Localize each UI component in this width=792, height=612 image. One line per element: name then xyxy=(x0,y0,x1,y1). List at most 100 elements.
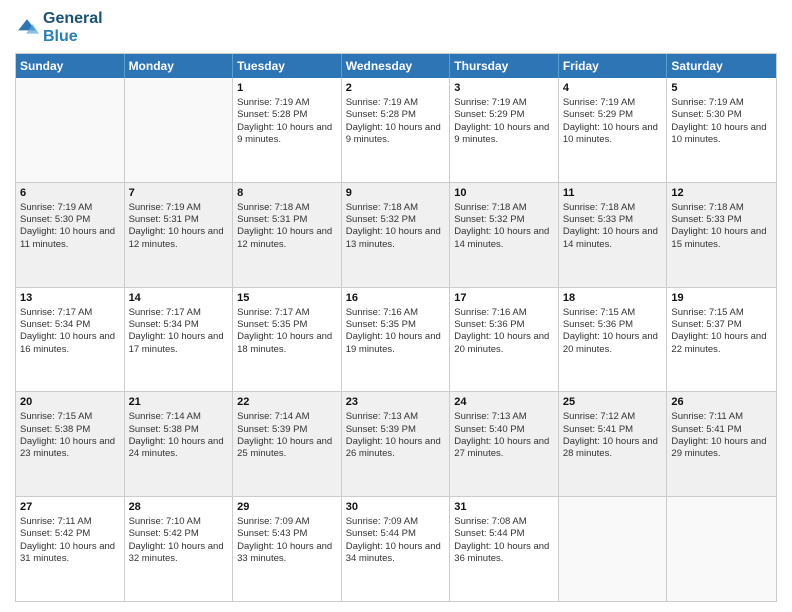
day-number: 20 xyxy=(20,395,120,410)
day-number: 15 xyxy=(237,291,337,306)
calendar-day-14: 14Sunrise: 7:17 AMSunset: 5:34 PMDayligh… xyxy=(125,288,234,392)
day-number: 27 xyxy=(20,500,120,515)
day-info: Sunrise: 7:13 AMSunset: 5:39 PMDaylight:… xyxy=(346,411,446,460)
calendar-empty-cell xyxy=(125,78,234,182)
calendar-week-4: 20Sunrise: 7:15 AMSunset: 5:38 PMDayligh… xyxy=(16,391,776,496)
day-info: Sunrise: 7:19 AMSunset: 5:28 PMDaylight:… xyxy=(346,97,446,146)
calendar-day-15: 15Sunrise: 7:17 AMSunset: 5:35 PMDayligh… xyxy=(233,288,342,392)
day-number: 22 xyxy=(237,395,337,410)
day-number: 26 xyxy=(671,395,772,410)
day-number: 3 xyxy=(454,81,554,96)
day-number: 4 xyxy=(563,81,663,96)
calendar-day-26: 26Sunrise: 7:11 AMSunset: 5:41 PMDayligh… xyxy=(667,392,776,496)
day-info: Sunrise: 7:14 AMSunset: 5:39 PMDaylight:… xyxy=(237,411,337,460)
day-number: 28 xyxy=(129,500,229,515)
day-info: Sunrise: 7:12 AMSunset: 5:41 PMDaylight:… xyxy=(563,411,663,460)
day-number: 14 xyxy=(129,291,229,306)
day-number: 11 xyxy=(563,186,663,201)
day-info: Sunrise: 7:15 AMSunset: 5:37 PMDaylight:… xyxy=(671,307,772,356)
calendar-header-day-wednesday: Wednesday xyxy=(342,54,451,78)
calendar-header: SundayMondayTuesdayWednesdayThursdayFrid… xyxy=(16,54,776,78)
calendar-day-6: 6Sunrise: 7:19 AMSunset: 5:30 PMDaylight… xyxy=(16,183,125,287)
day-number: 13 xyxy=(20,291,120,306)
day-info: Sunrise: 7:19 AMSunset: 5:29 PMDaylight:… xyxy=(454,97,554,146)
day-number: 23 xyxy=(346,395,446,410)
day-info: Sunrise: 7:17 AMSunset: 5:34 PMDaylight:… xyxy=(129,307,229,356)
day-info: Sunrise: 7:16 AMSunset: 5:35 PMDaylight:… xyxy=(346,307,446,356)
calendar-day-18: 18Sunrise: 7:15 AMSunset: 5:36 PMDayligh… xyxy=(559,288,668,392)
day-number: 12 xyxy=(671,186,772,201)
day-number: 17 xyxy=(454,291,554,306)
calendar-day-29: 29Sunrise: 7:09 AMSunset: 5:43 PMDayligh… xyxy=(233,497,342,601)
calendar-day-13: 13Sunrise: 7:17 AMSunset: 5:34 PMDayligh… xyxy=(16,288,125,392)
calendar-empty-cell xyxy=(667,497,776,601)
day-info: Sunrise: 7:18 AMSunset: 5:33 PMDaylight:… xyxy=(671,202,772,251)
day-info: Sunrise: 7:19 AMSunset: 5:30 PMDaylight:… xyxy=(671,97,772,146)
day-info: Sunrise: 7:15 AMSunset: 5:38 PMDaylight:… xyxy=(20,411,120,460)
logo: General Blue xyxy=(15,10,103,45)
day-info: Sunrise: 7:08 AMSunset: 5:44 PMDaylight:… xyxy=(454,516,554,565)
calendar-week-2: 6Sunrise: 7:19 AMSunset: 5:30 PMDaylight… xyxy=(16,182,776,287)
calendar-header-day-tuesday: Tuesday xyxy=(233,54,342,78)
day-info: Sunrise: 7:19 AMSunset: 5:28 PMDaylight:… xyxy=(237,97,337,146)
day-number: 21 xyxy=(129,395,229,410)
day-info: Sunrise: 7:19 AMSunset: 5:29 PMDaylight:… xyxy=(563,97,663,146)
logo-text: General Blue xyxy=(43,10,103,45)
calendar-day-19: 19Sunrise: 7:15 AMSunset: 5:37 PMDayligh… xyxy=(667,288,776,392)
calendar-header-day-friday: Friday xyxy=(559,54,668,78)
day-info: Sunrise: 7:17 AMSunset: 5:35 PMDaylight:… xyxy=(237,307,337,356)
calendar-day-5: 5Sunrise: 7:19 AMSunset: 5:30 PMDaylight… xyxy=(667,78,776,182)
day-info: Sunrise: 7:13 AMSunset: 5:40 PMDaylight:… xyxy=(454,411,554,460)
calendar-day-17: 17Sunrise: 7:16 AMSunset: 5:36 PMDayligh… xyxy=(450,288,559,392)
calendar-day-27: 27Sunrise: 7:11 AMSunset: 5:42 PMDayligh… xyxy=(16,497,125,601)
calendar-day-3: 3Sunrise: 7:19 AMSunset: 5:29 PMDaylight… xyxy=(450,78,559,182)
header: General Blue xyxy=(15,10,777,45)
calendar-empty-cell xyxy=(16,78,125,182)
calendar-day-20: 20Sunrise: 7:15 AMSunset: 5:38 PMDayligh… xyxy=(16,392,125,496)
day-number: 2 xyxy=(346,81,446,96)
day-info: Sunrise: 7:19 AMSunset: 5:31 PMDaylight:… xyxy=(129,202,229,251)
calendar-day-21: 21Sunrise: 7:14 AMSunset: 5:38 PMDayligh… xyxy=(125,392,234,496)
day-number: 31 xyxy=(454,500,554,515)
calendar-header-day-sunday: Sunday xyxy=(16,54,125,78)
calendar-day-16: 16Sunrise: 7:16 AMSunset: 5:35 PMDayligh… xyxy=(342,288,451,392)
day-number: 1 xyxy=(237,81,337,96)
logo-icon xyxy=(15,16,39,40)
calendar-week-5: 27Sunrise: 7:11 AMSunset: 5:42 PMDayligh… xyxy=(16,496,776,601)
calendar-day-11: 11Sunrise: 7:18 AMSunset: 5:33 PMDayligh… xyxy=(559,183,668,287)
day-info: Sunrise: 7:18 AMSunset: 5:32 PMDaylight:… xyxy=(454,202,554,251)
day-info: Sunrise: 7:18 AMSunset: 5:31 PMDaylight:… xyxy=(237,202,337,251)
day-number: 24 xyxy=(454,395,554,410)
day-info: Sunrise: 7:11 AMSunset: 5:41 PMDaylight:… xyxy=(671,411,772,460)
calendar-week-1: 1Sunrise: 7:19 AMSunset: 5:28 PMDaylight… xyxy=(16,78,776,182)
calendar-day-25: 25Sunrise: 7:12 AMSunset: 5:41 PMDayligh… xyxy=(559,392,668,496)
day-number: 18 xyxy=(563,291,663,306)
day-number: 7 xyxy=(129,186,229,201)
calendar-body: 1Sunrise: 7:19 AMSunset: 5:28 PMDaylight… xyxy=(16,78,776,601)
calendar-day-22: 22Sunrise: 7:14 AMSunset: 5:39 PMDayligh… xyxy=(233,392,342,496)
calendar-week-3: 13Sunrise: 7:17 AMSunset: 5:34 PMDayligh… xyxy=(16,287,776,392)
day-number: 29 xyxy=(237,500,337,515)
calendar-header-day-thursday: Thursday xyxy=(450,54,559,78)
calendar-day-4: 4Sunrise: 7:19 AMSunset: 5:29 PMDaylight… xyxy=(559,78,668,182)
day-info: Sunrise: 7:19 AMSunset: 5:30 PMDaylight:… xyxy=(20,202,120,251)
calendar-day-8: 8Sunrise: 7:18 AMSunset: 5:31 PMDaylight… xyxy=(233,183,342,287)
calendar-day-2: 2Sunrise: 7:19 AMSunset: 5:28 PMDaylight… xyxy=(342,78,451,182)
day-number: 6 xyxy=(20,186,120,201)
calendar-day-23: 23Sunrise: 7:13 AMSunset: 5:39 PMDayligh… xyxy=(342,392,451,496)
page: General Blue SundayMondayTuesdayWednesda… xyxy=(0,0,792,612)
calendar-day-9: 9Sunrise: 7:18 AMSunset: 5:32 PMDaylight… xyxy=(342,183,451,287)
day-number: 8 xyxy=(237,186,337,201)
calendar-day-10: 10Sunrise: 7:18 AMSunset: 5:32 PMDayligh… xyxy=(450,183,559,287)
day-number: 5 xyxy=(671,81,772,96)
calendar-day-12: 12Sunrise: 7:18 AMSunset: 5:33 PMDayligh… xyxy=(667,183,776,287)
day-number: 30 xyxy=(346,500,446,515)
calendar-day-7: 7Sunrise: 7:19 AMSunset: 5:31 PMDaylight… xyxy=(125,183,234,287)
calendar-day-30: 30Sunrise: 7:09 AMSunset: 5:44 PMDayligh… xyxy=(342,497,451,601)
calendar-day-1: 1Sunrise: 7:19 AMSunset: 5:28 PMDaylight… xyxy=(233,78,342,182)
day-info: Sunrise: 7:18 AMSunset: 5:32 PMDaylight:… xyxy=(346,202,446,251)
day-info: Sunrise: 7:17 AMSunset: 5:34 PMDaylight:… xyxy=(20,307,120,356)
calendar-empty-cell xyxy=(559,497,668,601)
day-info: Sunrise: 7:18 AMSunset: 5:33 PMDaylight:… xyxy=(563,202,663,251)
day-number: 19 xyxy=(671,291,772,306)
